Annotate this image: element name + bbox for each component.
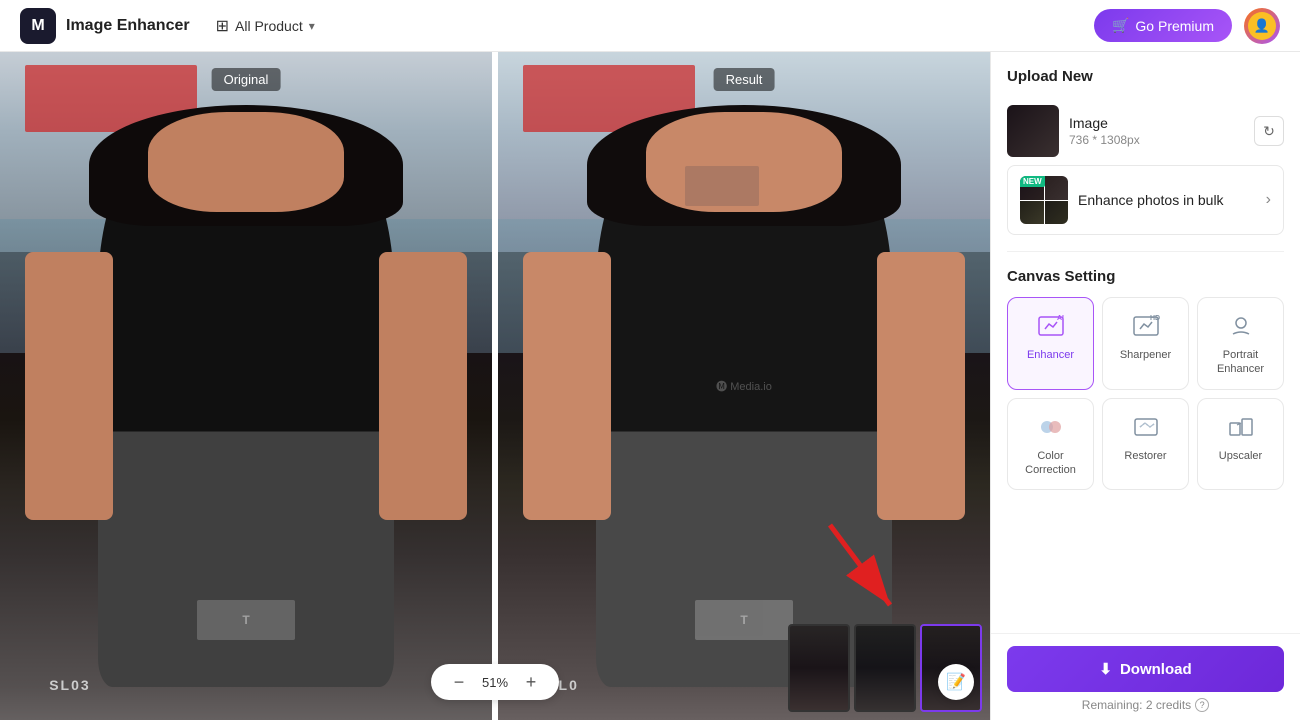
result-photo: T SL0 🅜 Media.io bbox=[498, 52, 990, 720]
zoom-value: 51% bbox=[479, 675, 511, 690]
download-button[interactable]: ⬇ Download bbox=[1007, 646, 1284, 692]
panel-divider bbox=[492, 52, 498, 720]
new-badge: NEW bbox=[1020, 176, 1045, 187]
original-label: Original bbox=[212, 68, 281, 91]
enhancer-label: Enhancer bbox=[1027, 348, 1074, 362]
original-panel: Original bbox=[0, 52, 492, 720]
canvas-section-title: Canvas Setting bbox=[1007, 268, 1284, 285]
result-left-arm bbox=[523, 252, 612, 519]
bulk-grid-cell-2 bbox=[1045, 176, 1069, 200]
car-text: SL03 bbox=[49, 677, 90, 693]
thumb-img-2 bbox=[856, 626, 914, 710]
svg-text:HD: HD bbox=[1150, 315, 1160, 322]
thumb-img-1 bbox=[790, 626, 848, 710]
canvas-tools-grid: AI Enhancer HD Sharpener bbox=[1007, 297, 1284, 490]
replace-icon: ↻ bbox=[1263, 123, 1275, 140]
original-photo: T SL03 bbox=[0, 52, 492, 720]
canvas-area: Original bbox=[0, 52, 990, 720]
image-panels: Original bbox=[0, 52, 990, 720]
result-label: Result bbox=[714, 68, 775, 91]
bulk-arrow-icon: › bbox=[1266, 191, 1271, 209]
thumbnail-1[interactable] bbox=[788, 624, 850, 712]
tool-sharpener[interactable]: HD Sharpener bbox=[1102, 297, 1189, 390]
sidebar-spacer bbox=[991, 506, 1300, 633]
color-correction-label: Color Correction bbox=[1016, 449, 1085, 478]
bulk-enhance-card[interactable]: NEW Enhance photos in bulk › bbox=[1007, 165, 1284, 235]
color-correction-icon bbox=[1035, 411, 1067, 443]
car-logo: T bbox=[197, 600, 295, 640]
upload-size: 736 * 1308px bbox=[1069, 133, 1244, 147]
upscaler-label: Upscaler bbox=[1219, 449, 1262, 463]
restorer-icon bbox=[1130, 411, 1162, 443]
notes-button[interactable]: 📝 bbox=[938, 664, 974, 700]
bulk-enhance-label: Enhance photos in bulk bbox=[1078, 192, 1256, 208]
cart-icon: 🛒 bbox=[1112, 17, 1129, 34]
zoom-out-button[interactable]: − bbox=[447, 670, 471, 694]
watermark: 🅜 Media.io bbox=[716, 378, 772, 394]
logo-area: M Image Enhancer bbox=[20, 8, 190, 44]
right-sidebar: Upload New Image 736 * 1308px ↻ NEW bbox=[990, 52, 1300, 720]
bulk-grid-cell-4 bbox=[1045, 201, 1069, 225]
app-title: Image Enhancer bbox=[66, 17, 190, 35]
tool-restorer[interactable]: Restorer bbox=[1102, 398, 1189, 491]
upload-info: Image 736 * 1308px bbox=[1069, 115, 1244, 147]
enhancer-icon: AI bbox=[1035, 310, 1067, 342]
upload-filename: Image bbox=[1069, 115, 1244, 131]
bulk-thumbnail: NEW bbox=[1020, 176, 1068, 224]
result-car-logo: T bbox=[695, 600, 793, 640]
logo-icon: M bbox=[20, 8, 56, 44]
upscaler-icon bbox=[1225, 411, 1257, 443]
canvas-section: Canvas Setting AI Enhancer bbox=[991, 252, 1300, 506]
grid-icon: ⊞ bbox=[216, 16, 229, 36]
person-face bbox=[148, 112, 345, 212]
credits-text: Remaining: 2 credits ? bbox=[1007, 698, 1284, 712]
header-right: 🛒 Go Premium 👤 bbox=[1094, 8, 1280, 44]
go-premium-button[interactable]: 🛒 Go Premium bbox=[1094, 9, 1232, 42]
notes-icon: 📝 bbox=[946, 672, 966, 692]
svg-text:AI: AI bbox=[1057, 315, 1064, 322]
person-right-arm bbox=[379, 252, 468, 519]
upload-card: Image 736 * 1308px ↻ bbox=[1007, 97, 1284, 165]
tool-enhancer[interactable]: AI Enhancer bbox=[1007, 297, 1094, 390]
avatar[interactable]: 👤 bbox=[1244, 8, 1280, 44]
download-section: ⬇ Download Remaining: 2 credits ? bbox=[991, 633, 1300, 720]
result-face-detail bbox=[685, 166, 759, 206]
app-header: M Image Enhancer ⊞ All Product ▾ 🛒 Go Pr… bbox=[0, 0, 1300, 52]
upload-thumbnail bbox=[1007, 105, 1059, 157]
portrait-enhancer-icon bbox=[1225, 310, 1257, 342]
portrait-enhancer-label: Portrait Enhancer bbox=[1206, 348, 1275, 377]
restorer-label: Restorer bbox=[1124, 449, 1166, 463]
tool-upscaler[interactable]: Upscaler bbox=[1197, 398, 1284, 491]
zoom-controls: − 51% + bbox=[431, 664, 559, 700]
help-icon[interactable]: ? bbox=[1195, 698, 1209, 712]
all-product-label: All Product bbox=[235, 18, 303, 34]
main-content: Original bbox=[0, 52, 1300, 720]
chevron-down-icon: ▾ bbox=[309, 19, 315, 33]
tool-portrait-enhancer[interactable]: Portrait Enhancer bbox=[1197, 297, 1284, 390]
result-panel: Result T SL0 🅜 Media.io bbox=[498, 52, 990, 720]
sharpener-label: Sharpener bbox=[1120, 348, 1171, 362]
replace-image-button[interactable]: ↻ bbox=[1254, 116, 1284, 146]
bulk-grid-cell-3 bbox=[1020, 201, 1044, 225]
tool-color-correction[interactable]: Color Correction bbox=[1007, 398, 1094, 491]
avatar-inner: 👤 bbox=[1248, 12, 1276, 40]
zoom-in-button[interactable]: + bbox=[519, 670, 543, 694]
download-icon: ⬇ bbox=[1099, 660, 1112, 678]
all-product-button[interactable]: ⊞ All Product ▾ bbox=[206, 10, 325, 42]
result-right-arm bbox=[877, 252, 966, 519]
upload-section-title: Upload New bbox=[1007, 68, 1284, 85]
person-left-arm bbox=[25, 252, 114, 519]
sharpener-icon: HD bbox=[1130, 310, 1162, 342]
upload-thumb-img bbox=[1007, 105, 1059, 157]
thumbnail-2[interactable] bbox=[854, 624, 916, 712]
upload-section: Upload New Image 736 * 1308px ↻ NEW bbox=[991, 52, 1300, 251]
